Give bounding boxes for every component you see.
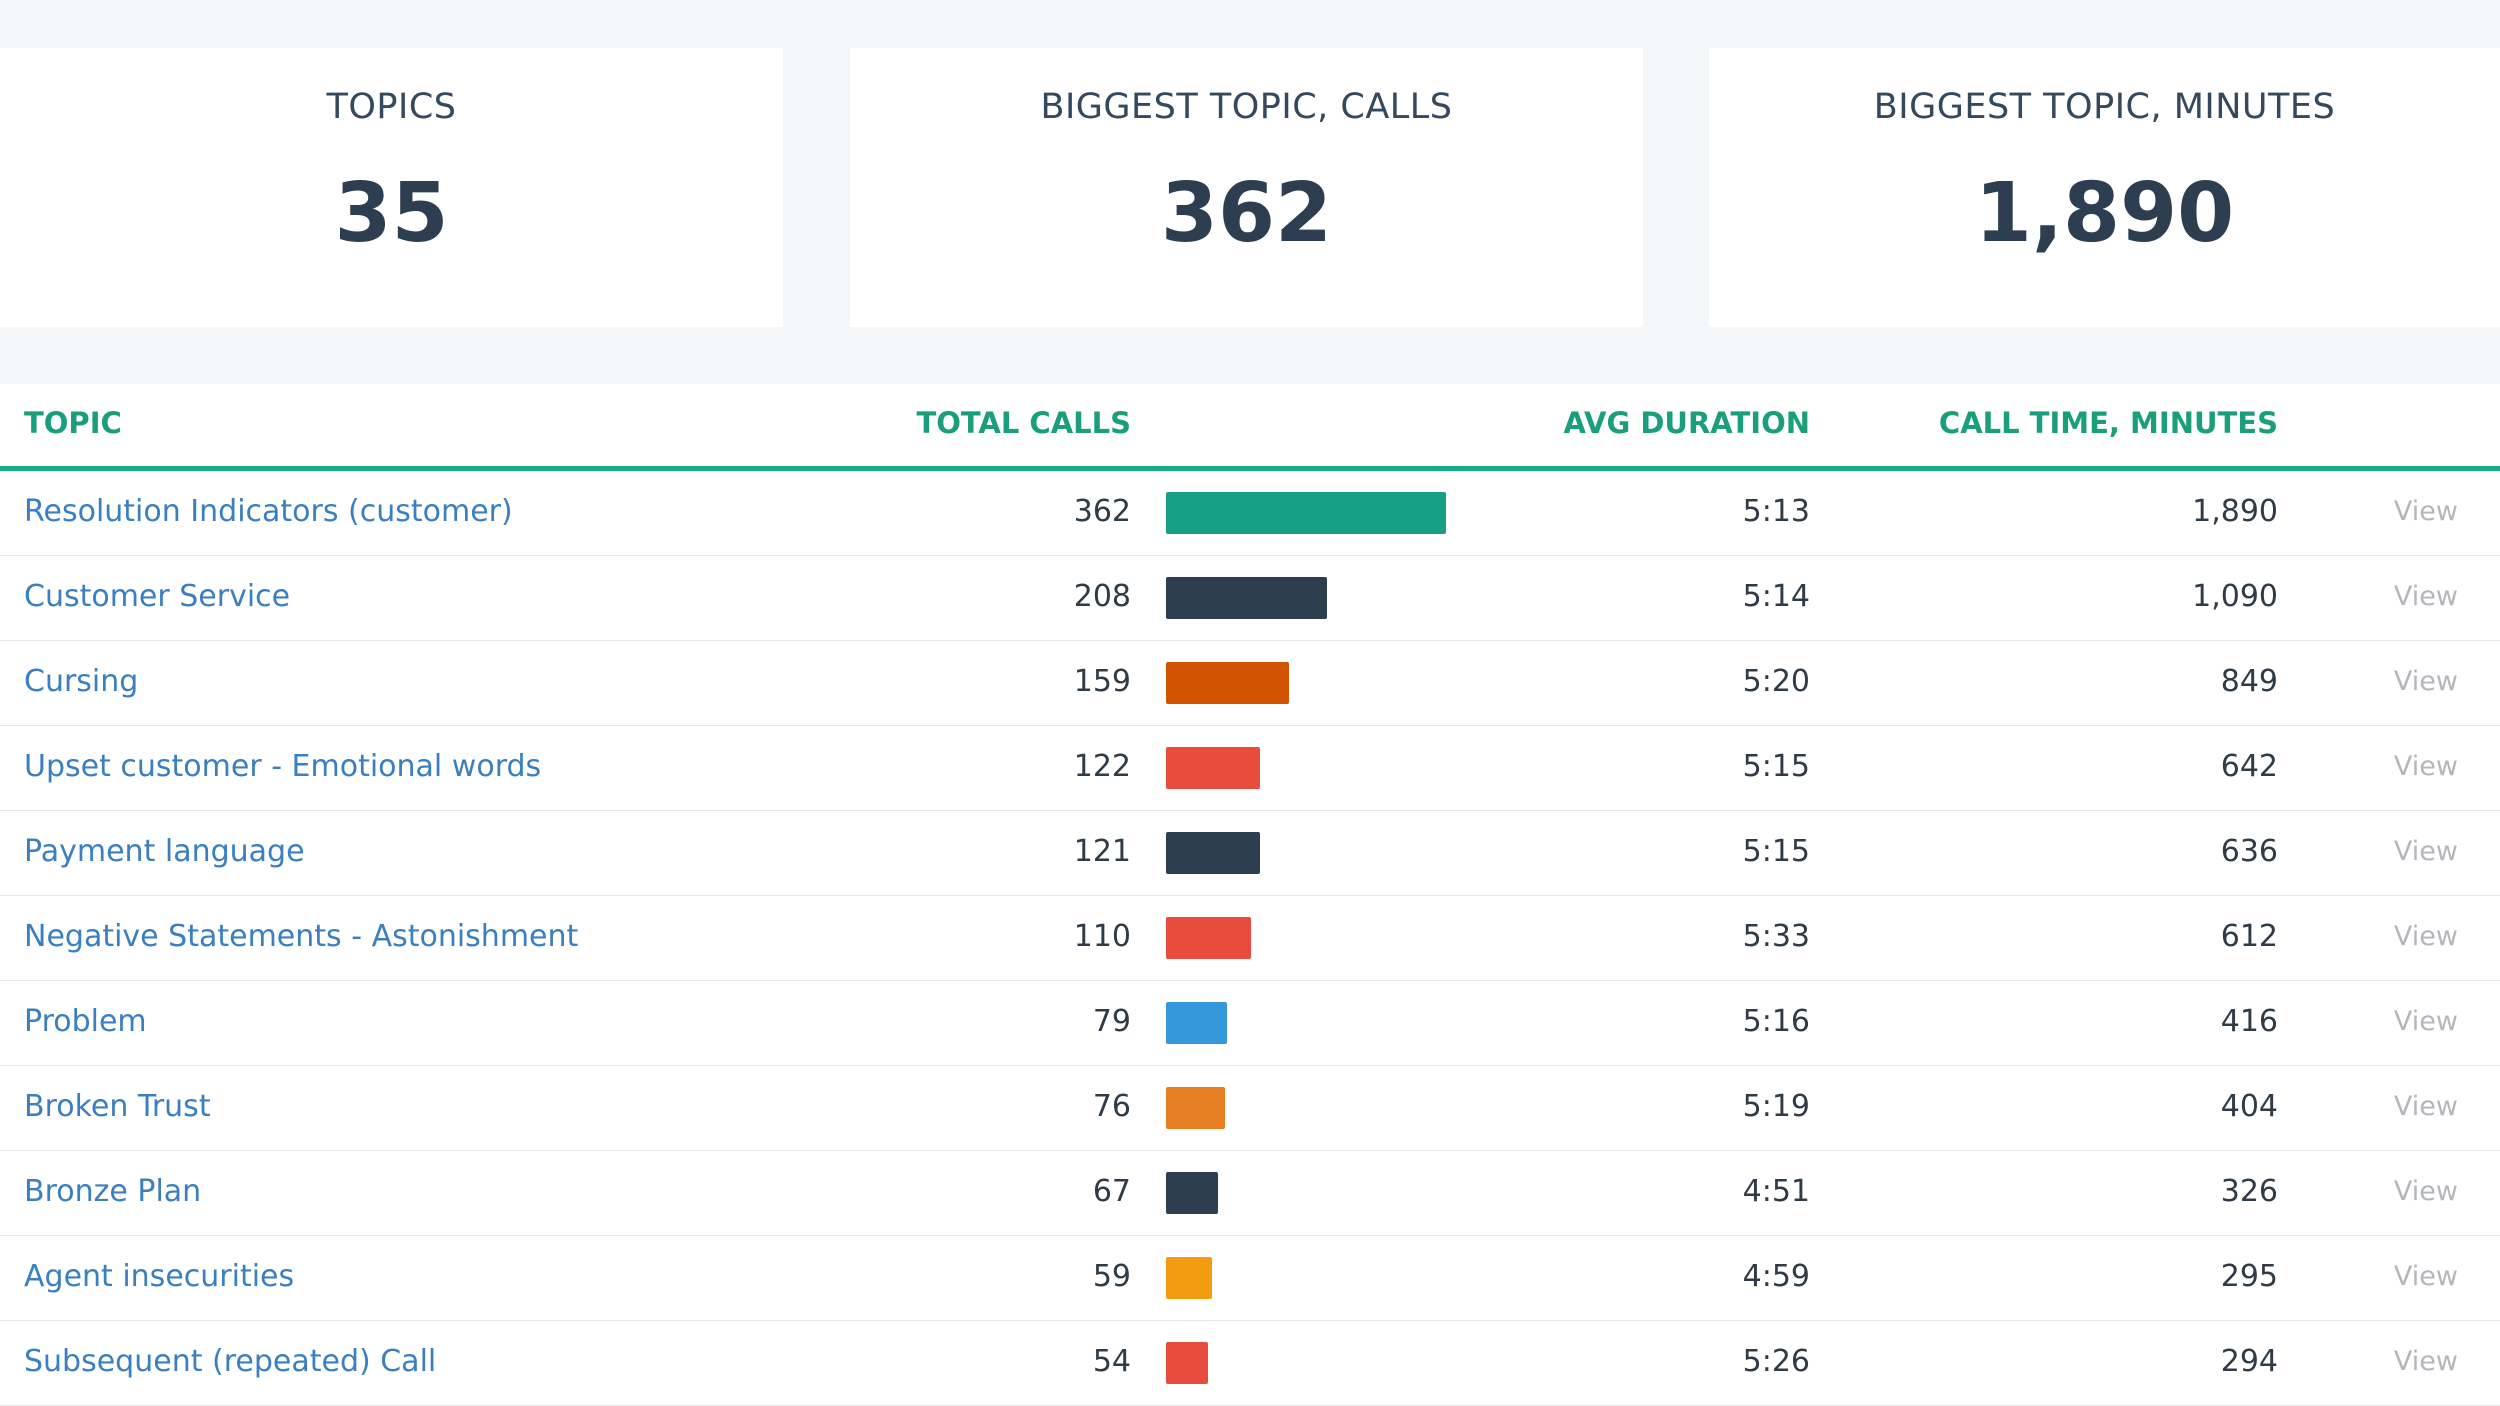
total-calls-value: 121 <box>1073 834 1131 869</box>
calls-bar <box>1166 577 1327 619</box>
topic-link[interactable]: Resolution Indicators (customer) <box>24 494 513 529</box>
calls-bar <box>1166 917 1251 959</box>
total-calls-value: 76 <box>1092 1089 1131 1124</box>
calls-bar <box>1166 1002 1227 1044</box>
view-link[interactable]: View <box>2394 581 2458 612</box>
total-calls-value: 110 <box>1073 919 1131 954</box>
header-topic[interactable]: TOPIC <box>24 406 122 440</box>
header-call-time[interactable]: CALL TIME, MINUTES <box>1939 406 2278 440</box>
table-row: Agent insecurities 59 4:59 295 View <box>0 1236 2500 1321</box>
table-row: Subsequent (repeated) Call 54 5:26 294 V… <box>0 1321 2500 1406</box>
table-row: Upset customer - Emotional words 122 5:1… <box>0 726 2500 811</box>
view-link[interactable]: View <box>2394 751 2458 782</box>
topic-link[interactable]: Cursing <box>24 664 138 699</box>
calls-bar <box>1166 747 1260 789</box>
topics-table: TOPIC TOTAL CALLS AVG DURATION CALL TIME… <box>0 384 2500 1406</box>
topics-card-value: 35 <box>334 166 449 261</box>
table-row: Resolution Indicators (customer) 362 5:1… <box>0 471 2500 556</box>
avg-duration-value: 5:19 <box>1742 1089 1810 1124</box>
view-link[interactable]: View <box>2394 1006 2458 1037</box>
table-row: Payment language 121 5:15 636 View <box>0 811 2500 896</box>
header-total-calls[interactable]: TOTAL CALLS <box>916 406 1131 440</box>
call-time-value: 404 <box>2220 1089 2278 1124</box>
total-calls-value: 59 <box>1092 1259 1131 1294</box>
view-link[interactable]: View <box>2394 1176 2458 1207</box>
biggest-topic-calls-title: BIGGEST TOPIC, CALLS <box>1040 87 1453 127</box>
total-calls-value: 159 <box>1073 664 1131 699</box>
calls-bar <box>1166 1257 1212 1299</box>
view-link[interactable]: View <box>2394 836 2458 867</box>
avg-duration-value: 5:20 <box>1742 664 1810 699</box>
avg-duration-value: 5:15 <box>1742 834 1810 869</box>
biggest-topic-minutes-card: BIGGEST TOPIC, MINUTES 1,890 <box>1709 48 2500 327</box>
total-calls-value: 54 <box>1092 1344 1131 1379</box>
topic-link[interactable]: Broken Trust <box>24 1089 211 1124</box>
biggest-topic-minutes-title: BIGGEST TOPIC, MINUTES <box>1873 87 2336 127</box>
biggest-topic-calls-value: 362 <box>1160 166 1333 261</box>
table-row: Negative Statements - Astonishment 110 5… <box>0 896 2500 981</box>
view-link[interactable]: View <box>2394 666 2458 697</box>
call-time-value: 1,090 <box>2192 579 2278 614</box>
call-time-value: 416 <box>2220 1004 2278 1039</box>
view-link[interactable]: View <box>2394 1261 2458 1292</box>
biggest-topic-minutes-value: 1,890 <box>1974 166 2235 261</box>
topic-link[interactable]: Agent insecurities <box>24 1259 294 1294</box>
table-header: TOPIC TOTAL CALLS AVG DURATION CALL TIME… <box>0 384 2500 471</box>
calls-bar <box>1166 662 1289 704</box>
avg-duration-value: 5:14 <box>1742 579 1810 614</box>
table-row: Customer Service 208 5:14 1,090 View <box>0 556 2500 641</box>
avg-duration-value: 5:13 <box>1742 494 1810 529</box>
topic-link[interactable]: Subsequent (repeated) Call <box>24 1344 436 1379</box>
biggest-topic-calls-card: BIGGEST TOPIC, CALLS 362 <box>850 48 1643 327</box>
call-time-value: 849 <box>2220 664 2278 699</box>
call-time-value: 612 <box>2220 919 2278 954</box>
avg-duration-value: 4:51 <box>1742 1174 1810 1209</box>
view-link[interactable]: View <box>2394 1091 2458 1122</box>
call-time-value: 636 <box>2220 834 2278 869</box>
table-row: Problem 79 5:16 416 View <box>0 981 2500 1066</box>
topic-link[interactable]: Customer Service <box>24 579 290 614</box>
call-time-value: 294 <box>2220 1344 2278 1379</box>
avg-duration-value: 5:33 <box>1742 919 1810 954</box>
topics-card-title: TOPICS <box>326 87 457 127</box>
table-row: Bronze Plan 67 4:51 326 View <box>0 1151 2500 1236</box>
calls-bar <box>1166 1342 1208 1384</box>
topic-link[interactable]: Bronze Plan <box>24 1174 201 1209</box>
call-time-value: 1,890 <box>2192 494 2278 529</box>
topic-link[interactable]: Payment language <box>24 834 305 869</box>
avg-duration-value: 5:16 <box>1742 1004 1810 1039</box>
calls-bar <box>1166 1172 1218 1214</box>
avg-duration-value: 5:15 <box>1742 749 1810 784</box>
table-row: Cursing 159 5:20 849 View <box>0 641 2500 726</box>
avg-duration-value: 4:59 <box>1742 1259 1810 1294</box>
table-row: Broken Trust 76 5:19 404 View <box>0 1066 2500 1151</box>
table-body: Resolution Indicators (customer) 362 5:1… <box>0 471 2500 1406</box>
total-calls-value: 362 <box>1073 494 1131 529</box>
avg-duration-value: 5:26 <box>1742 1344 1810 1379</box>
topics-card: TOPICS 35 <box>0 48 783 327</box>
topic-link[interactable]: Upset customer - Emotional words <box>24 749 541 784</box>
total-calls-value: 67 <box>1092 1174 1131 1209</box>
view-link[interactable]: View <box>2394 1346 2458 1377</box>
total-calls-value: 122 <box>1073 749 1131 784</box>
total-calls-value: 79 <box>1092 1004 1131 1039</box>
header-avg-duration[interactable]: AVG DURATION <box>1564 406 1810 440</box>
view-link[interactable]: View <box>2394 496 2458 527</box>
summary-cards: TOPICS 35 BIGGEST TOPIC, CALLS 362 BIGGE… <box>0 48 2500 327</box>
calls-bar <box>1166 1087 1225 1129</box>
call-time-value: 326 <box>2220 1174 2278 1209</box>
topic-link[interactable]: Problem <box>24 1004 147 1039</box>
total-calls-value: 208 <box>1073 579 1131 614</box>
view-link[interactable]: View <box>2394 921 2458 952</box>
calls-bar <box>1166 492 1446 534</box>
call-time-value: 295 <box>2220 1259 2278 1294</box>
topic-link[interactable]: Negative Statements - Astonishment <box>24 919 578 954</box>
calls-bar <box>1166 832 1260 874</box>
call-time-value: 642 <box>2220 749 2278 784</box>
